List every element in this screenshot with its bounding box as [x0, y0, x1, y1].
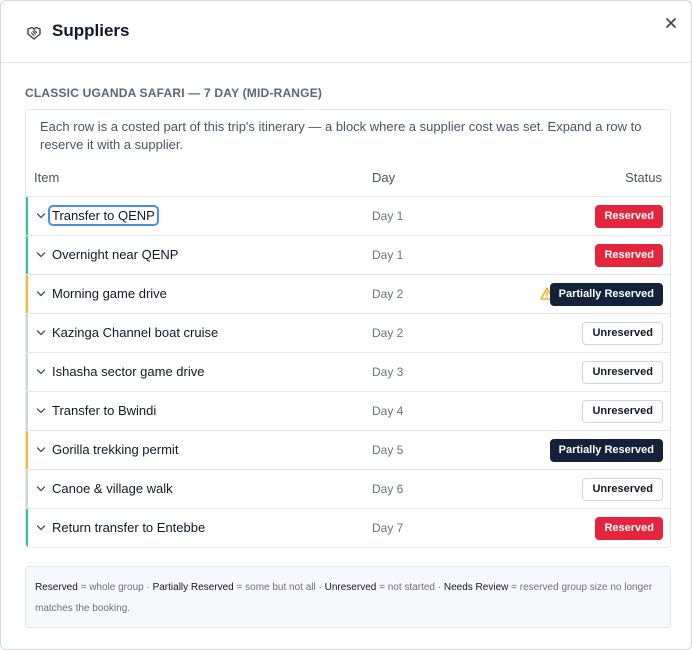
status-badge[interactable]: Reserved [595, 517, 663, 540]
chevron-down-icon[interactable] [36, 446, 46, 454]
row-day: Day 5 [372, 443, 404, 457]
supplier-table: Each row is a costed part of this trip's… [25, 109, 671, 548]
dialog-title: Suppliers [52, 21, 130, 40]
row-item-name[interactable]: Transfer to QENP [48, 205, 159, 226]
status-badge[interactable]: Partially Reserved [549, 439, 663, 462]
legend-description: = whole group · [77, 582, 153, 593]
table-intro: Each row is a costed part of this trip's… [40, 119, 642, 152]
chevron-down-icon[interactable] [36, 407, 46, 415]
chevron-down-icon[interactable] [36, 212, 46, 220]
table-row[interactable]: Return transfer to Entebbe Day 7 Reserved [26, 508, 670, 547]
row-item-name[interactable]: Canoe & village walk [52, 481, 173, 496]
table-row[interactable]: Kazinga Channel boat cruise Day 2 Unreserv… [26, 313, 670, 353]
close-icon[interactable] [664, 16, 678, 30]
row-day: Day 2 [372, 287, 404, 301]
row-item-name[interactable]: Ishasha sector game drive [52, 364, 204, 379]
status-indicator-bar [26, 470, 28, 509]
row-day: Day 7 [372, 521, 404, 535]
status-badge[interactable]: Unreserved [582, 322, 663, 345]
status-indicator-bar [26, 353, 28, 392]
row-item-name[interactable]: Kazinga Channel boat cruise [52, 325, 218, 340]
legend-description: = not started · [376, 582, 444, 593]
status-indicator-bar [26, 431, 28, 470]
row-day: Day 1 [372, 248, 404, 262]
table-row[interactable]: Morning game drive Day 2 Partially Reserve… [26, 274, 670, 314]
status-badge[interactable]: Unreserved [582, 361, 663, 384]
status-badge[interactable]: Reserved [595, 205, 663, 228]
row-day: Day 2 [372, 326, 404, 340]
row-item-name[interactable]: Gorilla trekking permit [52, 442, 178, 457]
status-badge[interactable]: Unreserved [582, 400, 663, 423]
legend-term: Needs Review [443, 582, 509, 593]
row-item-name[interactable]: Overnight near QENP [52, 247, 178, 262]
status-legend: Reserved = whole group · Partially Reser… [25, 566, 671, 628]
row-day: Day 4 [372, 404, 404, 418]
column-header-item: Item [34, 170, 60, 185]
suppliers-dialog: Suppliers CLASSIC UGANDA SAFARI — 7 DAY … [0, 0, 692, 650]
row-day: Day 3 [372, 365, 404, 379]
status-badge[interactable]: Partially Reserved [549, 283, 663, 306]
handshake-icon [27, 26, 41, 40]
legend-term: Reserved [35, 582, 78, 593]
legend-description: = some but not all · [233, 582, 325, 593]
chevron-down-icon[interactable] [36, 329, 46, 337]
dialog-header: Suppliers [1, 1, 691, 63]
column-header-day: Day [372, 170, 396, 185]
status-indicator-bar [26, 275, 28, 314]
row-day: Day 6 [372, 482, 404, 496]
chevron-down-icon[interactable] [36, 524, 46, 532]
row-item-name[interactable]: Transfer to Bwindi [52, 403, 156, 418]
status-badge[interactable]: Unreserved [582, 478, 663, 501]
status-indicator-bar [26, 197, 28, 236]
column-header-status: Status [625, 170, 662, 185]
chevron-down-icon[interactable] [36, 251, 46, 259]
status-indicator-bar [26, 509, 28, 547]
status-indicator-bar [26, 314, 28, 353]
table-row[interactable]: Transfer to Bwindi Day 4 Unreserved [26, 391, 670, 431]
chevron-down-icon[interactable] [36, 368, 46, 376]
trip-title: CLASSIC UGANDA SAFARI — 7 DAY (MID-RANGE… [25, 86, 323, 100]
legend-term: Partially Reserved [152, 582, 234, 593]
chevron-down-icon[interactable] [36, 290, 46, 298]
row-day: Day 1 [372, 209, 404, 223]
table-row[interactable]: Transfer to QENP Day 1 Reserved [26, 196, 670, 236]
status-badge[interactable]: Reserved [595, 244, 663, 267]
status-indicator-bar [26, 236, 28, 275]
table-row[interactable]: Ishasha sector game drive Day 3 Unreserved [26, 352, 670, 392]
table-row[interactable]: Overnight near QENP Day 1 Reserved [26, 235, 670, 275]
legend-term: Unreserved [324, 582, 377, 593]
chevron-down-icon[interactable] [36, 485, 46, 493]
status-indicator-bar [26, 392, 28, 431]
table-row[interactable]: Canoe & village walk Day 6 Unreserved [26, 469, 670, 509]
row-item-name[interactable]: Morning game drive [52, 286, 167, 301]
row-item-name[interactable]: Return transfer to Entebbe [52, 520, 205, 535]
table-row[interactable]: Gorilla trekking permit Day 5 Partially Re… [26, 430, 670, 470]
